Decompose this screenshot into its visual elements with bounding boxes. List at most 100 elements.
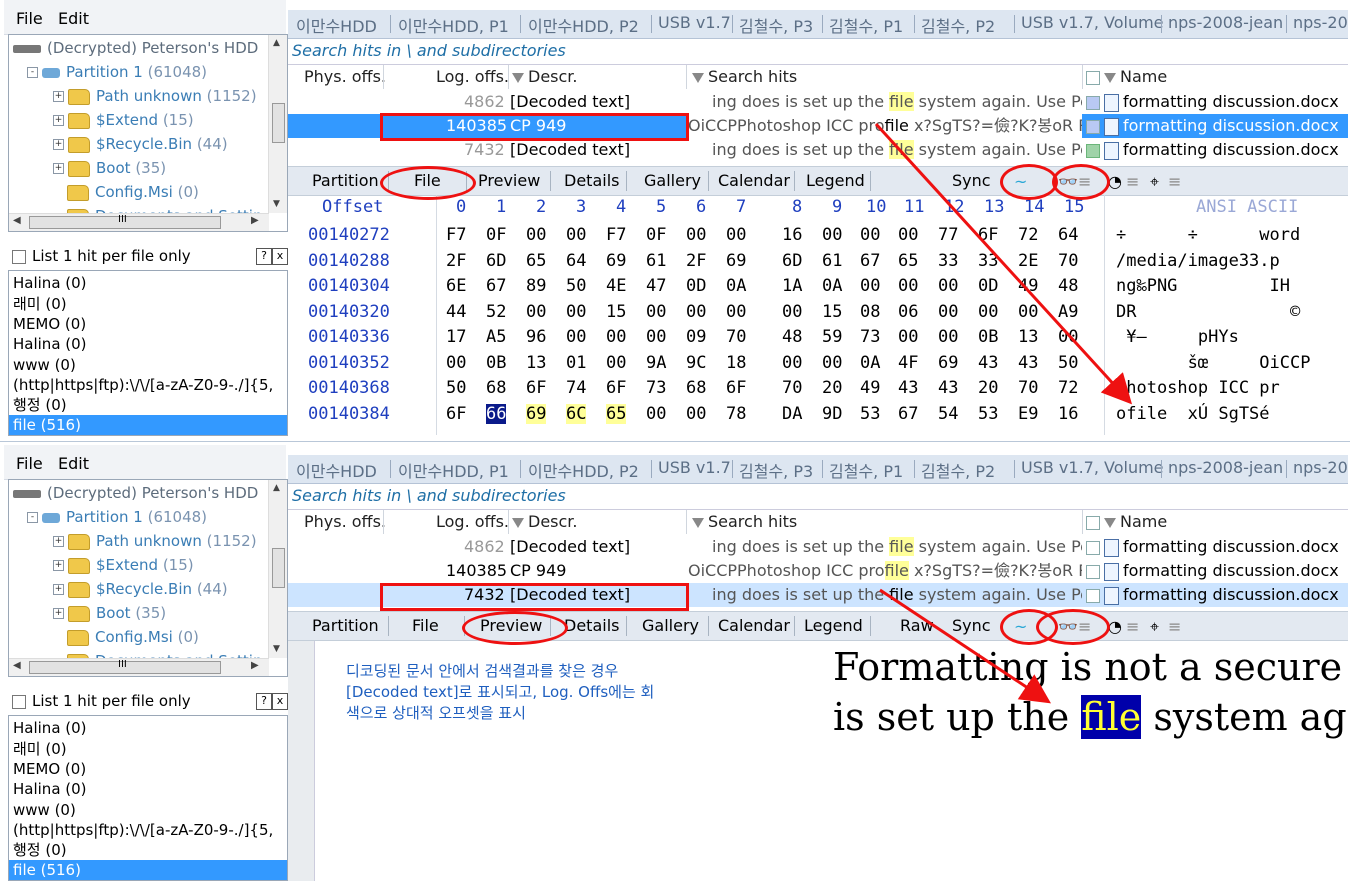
hex-byte[interactable]: 09	[686, 327, 706, 347]
scroll-left-icon[interactable]: ◀	[13, 660, 21, 671]
hex-byte[interactable]: 00	[938, 327, 958, 347]
hex-byte[interactable]: 64	[1058, 225, 1078, 245]
scroll-down-icon[interactable]: ▼	[273, 644, 280, 654]
tree-item-extend[interactable]: + $Extend (15)	[53, 554, 194, 576]
tab-calendar[interactable]: Calendar	[718, 616, 790, 635]
hex-byte[interactable]: 6F	[726, 378, 746, 398]
hex-view[interactable]: Offset ANSI ASCII 0 1 2 3 4 5 6 7 8 9 10 11 12 13 14 15…	[288, 195, 1348, 435]
checkbox-icon[interactable]	[1086, 564, 1100, 579]
tree-item-boot[interactable]: + Boot (35)	[53, 602, 166, 624]
hex-byte[interactable]: 4F	[898, 353, 918, 373]
scroll-right-icon[interactable]: ▶	[251, 660, 259, 671]
tab-partition[interactable]: Partition	[312, 616, 379, 635]
menu-edit[interactable]: Edit	[58, 454, 89, 473]
scroll-thumb[interactable]	[272, 103, 285, 143]
hex-byte[interactable]: 00	[782, 353, 802, 373]
hex-byte[interactable]: 00	[1018, 302, 1038, 322]
document-preview[interactable]: 디코딩된 문서 안에서 검색결과를 찾은 경우 [Decoded text]로 …	[288, 641, 1348, 881]
menu-edit[interactable]: Edit	[58, 9, 89, 28]
hex-byte[interactable]: 00	[526, 302, 546, 322]
tree-item-evidence[interactable]: (Decrypted) Peterson's HDD	[13, 482, 258, 504]
hex-byte[interactable]: A9	[1058, 302, 1078, 322]
tab-details[interactable]: Details	[564, 616, 619, 635]
hex-byte[interactable]: 00	[822, 353, 842, 373]
hex-byte[interactable]: 64	[566, 251, 586, 271]
hex-byte[interactable]: 43	[1018, 353, 1038, 373]
hex-byte[interactable]: 0B	[486, 353, 506, 373]
hex-byte[interactable]: 0A	[822, 276, 842, 296]
hex-byte[interactable]: 2E	[1018, 251, 1038, 271]
col-search-hits[interactable]: Search hits	[692, 65, 798, 89]
tab-legend[interactable]: Legend	[804, 616, 863, 635]
search-term[interactable]: 래미 (0)	[13, 739, 67, 759]
collapse-icon[interactable]: -	[27, 512, 38, 523]
scroll-down-icon[interactable]: ▼	[273, 199, 280, 209]
hex-byte[interactable]: 00	[860, 276, 880, 296]
hex-byte[interactable]: 70	[782, 378, 802, 398]
tab-evidence[interactable]: 이만수HDD, P1	[398, 13, 509, 37]
hex-byte[interactable]: 54	[938, 404, 958, 424]
expand-icon[interactable]: +	[53, 536, 64, 547]
col-search-hits[interactable]: Search hits	[692, 510, 798, 534]
hex-byte[interactable]: 13	[526, 353, 546, 373]
clock-icon[interactable]: ◔	[1108, 617, 1122, 636]
hex-byte[interactable]: 6F	[446, 404, 466, 424]
tab-calendar[interactable]: Calendar	[718, 171, 790, 190]
hex-byte[interactable]: 69	[606, 251, 626, 271]
hex-byte[interactable]: 00	[978, 302, 998, 322]
list-one-hit-checkbox[interactable]	[12, 250, 26, 264]
crosshair-icon[interactable]: ⌖	[1150, 172, 1159, 192]
table-row[interactable]: 4862 [Decoded text] ing does is set up t…	[288, 90, 1348, 114]
search-term[interactable]: (http|https|ftp):\/\/[a-zA-Z0-9-./]{5,	[13, 820, 273, 840]
hex-byte[interactable]: 6C	[566, 403, 587, 424]
hex-byte[interactable]: 61	[822, 251, 842, 271]
tab-gallery[interactable]: Gallery	[642, 616, 699, 635]
hex-byte[interactable]: 61	[646, 251, 666, 271]
hex-byte[interactable]: 6F	[606, 378, 626, 398]
checkbox-icon[interactable]	[1086, 70, 1100, 85]
hex-byte[interactable]: 17	[446, 327, 466, 347]
hex-byte[interactable]: 00	[686, 302, 706, 322]
search-term[interactable]: 래미 (0)	[13, 294, 67, 314]
hex-byte[interactable]: 00	[646, 302, 666, 322]
tab-evidence[interactable]: USB v1.7, Volume	[1021, 458, 1164, 477]
hex-byte[interactable]: 00	[938, 302, 958, 322]
hex-byte[interactable]: A5	[486, 327, 506, 347]
hex-byte[interactable]: 6F	[978, 225, 998, 245]
tree-hscrollbar[interactable]: ◀ III ▶	[9, 213, 269, 231]
tree-item-evidence[interactable]: (Decrypted) Peterson's HDD	[13, 37, 258, 59]
filter-icon[interactable]	[692, 517, 704, 528]
hex-byte[interactable]: 0A	[860, 353, 880, 373]
col-descr[interactable]: Descr.	[512, 510, 578, 534]
hex-byte[interactable]: 72	[1018, 225, 1038, 245]
tab-evidence[interactable]: 이만수HDD, P1	[398, 458, 509, 482]
list-icon[interactable]: ≡	[1126, 617, 1139, 636]
scroll-up-icon[interactable]: ▲	[273, 483, 280, 493]
tab-evidence[interactable]: 김철수, P1	[829, 458, 903, 482]
search-term[interactable]: www (0)	[13, 800, 76, 820]
hex-byte[interactable]: 9A	[646, 353, 666, 373]
hex-byte[interactable]: 0D	[978, 276, 998, 296]
hex-byte[interactable]: 0F	[486, 225, 506, 245]
hex-byte[interactable]: 50	[566, 276, 586, 296]
hex-byte[interactable]: 6E	[446, 276, 466, 296]
tab-preview[interactable]: Preview	[478, 171, 540, 190]
list-icon[interactable]: ≡	[1126, 172, 1139, 191]
tree-item-partition[interactable]: - Partition 1 (61048)	[27, 506, 207, 528]
checkbox-icon[interactable]	[1086, 588, 1100, 603]
close-button[interactable]: x	[272, 248, 288, 265]
hex-byte[interactable]: 43	[978, 353, 998, 373]
filter-icon[interactable]	[1104, 72, 1116, 83]
tree-item-partition[interactable]: - Partition 1 (61048)	[27, 61, 207, 83]
hex-byte[interactable]: 2F	[446, 251, 466, 271]
scroll-thumb[interactable]	[272, 548, 285, 588]
tab-evidence[interactable]: USB v1.7	[658, 13, 731, 32]
search-term[interactable]: MEMO (0)	[13, 314, 86, 334]
filter-icon[interactable]	[692, 72, 704, 83]
col-phys-offs[interactable]: Phys. offs.	[304, 65, 386, 89]
expand-icon[interactable]: +	[53, 560, 64, 571]
list-icon[interactable]: ≡	[1168, 617, 1181, 636]
scroll-right-icon[interactable]: ▶	[251, 215, 259, 226]
tab-evidence[interactable]: nps-20	[1293, 458, 1348, 477]
hex-byte[interactable]: 9C	[686, 353, 706, 373]
